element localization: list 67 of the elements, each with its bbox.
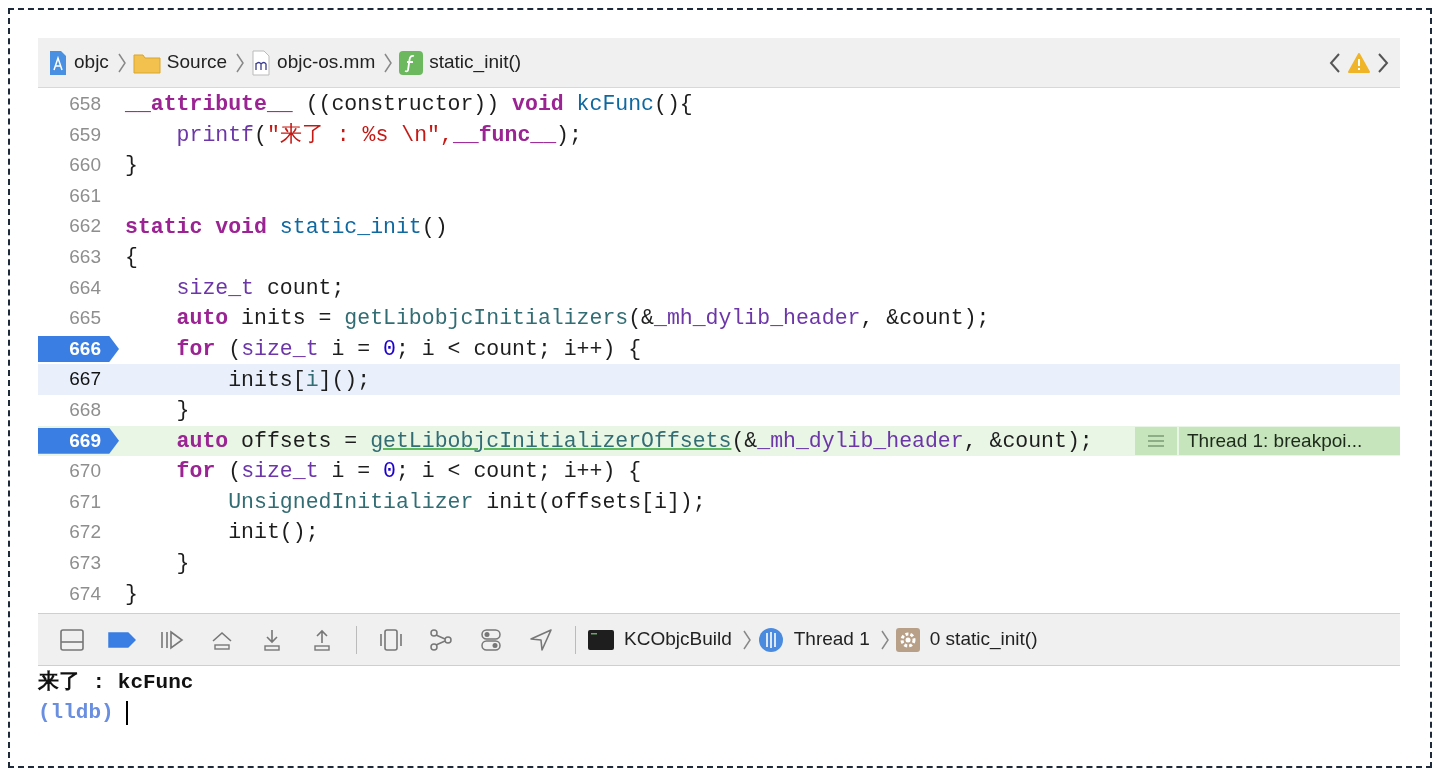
code-line: } xyxy=(125,152,139,180)
breadcrumb-item[interactable]: static_init() xyxy=(429,48,522,77)
code-line: UnsignedInitializer init(offsets[i]); xyxy=(227,488,707,516)
m-file-icon[interactable] xyxy=(251,49,272,76)
debug-path-item[interactable]: KCObjcBuild xyxy=(624,625,732,654)
code-line: for (size_t i = 0; i < count; i++) { xyxy=(175,335,643,363)
gear-icon[interactable] xyxy=(895,627,920,652)
debug-path-item[interactable]: Thread 1 xyxy=(793,625,870,654)
line-number: 658 xyxy=(69,92,101,117)
line-number: 671 xyxy=(69,489,101,514)
code-line: auto offsets = getLibobjcInitializerOffsets(&_mh_dylib_header, &count); xyxy=(175,427,1094,455)
line-number: 670 xyxy=(69,459,101,484)
line-number: 674 xyxy=(69,581,101,606)
console-prompt: (lldb) xyxy=(38,700,114,727)
line-number: 661 xyxy=(69,183,101,208)
code-line: printf("来了 : %s \n",__func__); xyxy=(175,121,583,149)
code-line: static void static_init() xyxy=(125,213,449,241)
line-number: 669 xyxy=(69,428,101,453)
code-line: } xyxy=(125,580,139,608)
thread-annotation: Thread 1: breakpoi... xyxy=(1179,426,1400,455)
breadcrumb-item[interactable]: objc-os.mm xyxy=(277,48,376,77)
chevron-icon[interactable] xyxy=(741,628,752,651)
code-line: } xyxy=(175,550,191,578)
code-line: } xyxy=(175,397,191,425)
console-output: 来了 : kcFunc xyxy=(38,669,194,697)
code-line: inits[i](); xyxy=(227,366,372,394)
breadcrumb-item[interactable]: Source xyxy=(166,48,228,77)
location-arrow-icon[interactable] xyxy=(528,626,554,653)
line-number: 668 xyxy=(69,398,101,422)
view-hierarchy-icon[interactable] xyxy=(378,626,404,653)
breakpoint-marker[interactable]: 666 xyxy=(38,336,119,363)
line-number: 673 xyxy=(69,550,101,575)
terminal-icon[interactable] xyxy=(588,628,614,651)
breakpoint-marker[interactable]: 669 xyxy=(38,427,119,454)
graph-icon[interactable] xyxy=(428,626,454,653)
code-line: __attribute__ ((constructor)) void kcFunc(){ xyxy=(125,91,694,119)
chevron-icon[interactable] xyxy=(235,51,246,74)
code-line: size_t count; xyxy=(175,274,346,302)
panel-toggle-icon[interactable] xyxy=(59,626,85,653)
line-number: 660 xyxy=(69,153,101,178)
line-number: 672 xyxy=(69,520,101,545)
function-icon[interactable] xyxy=(399,50,424,75)
breadcrumb-item[interactable]: objc xyxy=(74,48,109,77)
line-number: 667 xyxy=(69,367,101,392)
line-number: 659 xyxy=(69,122,101,147)
annotation-toggle[interactable] xyxy=(1135,426,1177,455)
line-number: 663 xyxy=(69,245,101,269)
chevron-icon[interactable] xyxy=(383,51,394,74)
thread-icon[interactable] xyxy=(757,626,784,653)
code-line: for (size_t i = 0; i < count; i++) { xyxy=(175,458,643,486)
warning-icon[interactable] xyxy=(1348,52,1370,73)
project-file-icon[interactable] xyxy=(48,49,68,76)
folder-icon[interactable] xyxy=(132,51,161,74)
line-number: 662 xyxy=(69,214,101,239)
code-line: auto inits = getLibobjcInitializers(&_mh_dylib_header, &count); xyxy=(175,305,991,333)
line-number: 664 xyxy=(69,275,101,300)
breakpoint-toggle-icon[interactable] xyxy=(108,630,136,649)
debug-path-item[interactable]: 0 static_init() xyxy=(929,625,1038,654)
lines-icon[interactable] xyxy=(1148,434,1164,447)
line-number: 665 xyxy=(69,306,101,331)
chevron-icon[interactable] xyxy=(116,51,127,74)
code-line: init(); xyxy=(227,519,320,547)
toggles-icon[interactable] xyxy=(478,626,504,653)
text-cursor xyxy=(125,701,128,725)
line-number: 666 xyxy=(69,336,101,361)
code-line: { xyxy=(125,244,139,272)
chevron-icon[interactable] xyxy=(879,628,890,651)
